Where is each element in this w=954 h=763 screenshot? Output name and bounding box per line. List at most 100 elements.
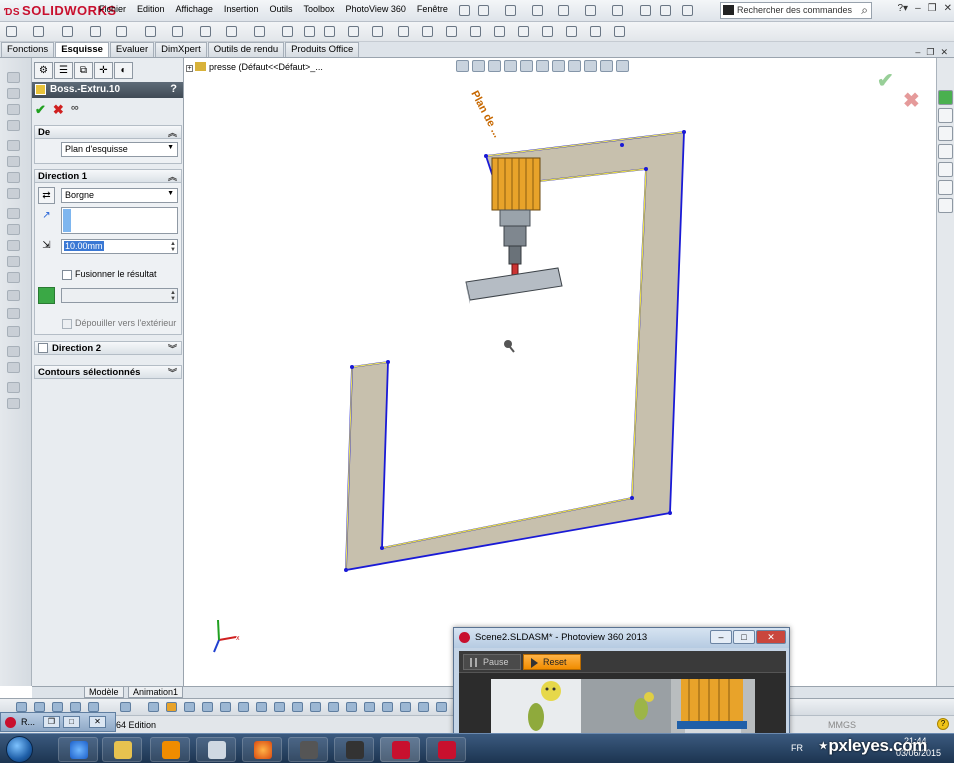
help-dropdown-icon[interactable]: ?▾ (897, 3, 908, 14)
line-icon[interactable] (62, 26, 73, 37)
filter-welds-icon[interactable] (292, 702, 303, 712)
taskbar-camera[interactable] (334, 737, 374, 762)
solidworks-resources-icon[interactable] (938, 90, 953, 105)
save-icon[interactable] (532, 5, 543, 16)
maximize-icon[interactable]: □ (733, 630, 755, 644)
help-icon[interactable]: ? (170, 83, 177, 95)
direction-selection-box[interactable] (61, 207, 178, 234)
expand-chevron-icon[interactable]: ︾ (168, 342, 177, 355)
folder-icon[interactable] (938, 144, 953, 159)
taskbar-solidworks[interactable] (380, 737, 420, 762)
curves-icon[interactable] (7, 362, 20, 373)
filter-edges-icon[interactable] (52, 702, 63, 712)
filter-notes-icon[interactable] (238, 702, 249, 712)
revolved-boss-icon[interactable] (7, 88, 20, 99)
reset-button[interactable]: Reset (523, 654, 581, 670)
filter-axes-icon[interactable] (88, 702, 99, 712)
extruded-cut-icon[interactable] (7, 140, 20, 151)
filter-routes-icon[interactable] (400, 702, 411, 712)
options-icon[interactable] (682, 5, 693, 16)
pause-button[interactable]: Pause (463, 654, 521, 670)
tab-modele[interactable]: Modèle (84, 687, 124, 698)
depth-spinbox[interactable]: 10.00mm ▲ ▼ (61, 239, 178, 254)
trim-icon[interactable] (324, 26, 335, 37)
custom-properties-icon[interactable] (938, 198, 953, 213)
merge-result-checkbox[interactable] (62, 270, 72, 280)
filter-surfaces-icon[interactable] (166, 702, 177, 712)
hole-wizard-icon[interactable] (7, 156, 20, 167)
instant3d-icon[interactable] (7, 382, 20, 393)
minimize-icon[interactable]: – (915, 3, 921, 14)
filter-symbols-icon[interactable] (328, 702, 339, 712)
wrap-icon[interactable] (7, 290, 20, 301)
taskbar-calculator[interactable] (196, 737, 236, 762)
slot-icon[interactable] (116, 26, 127, 37)
close-icon[interactable]: ✕ (89, 716, 106, 728)
dome-icon[interactable] (7, 398, 20, 409)
repair-sketch-icon[interactable] (494, 26, 505, 37)
smart-dimension-icon[interactable] (33, 26, 44, 37)
shell-icon[interactable] (7, 256, 20, 267)
filter-gtol-icon[interactable] (256, 702, 267, 712)
menu-edition[interactable]: Edition (137, 4, 165, 14)
draft-icon[interactable] (7, 272, 20, 283)
minimized-window[interactable]: R... ❐ □ ✕ (0, 712, 116, 732)
tab-produits-office[interactable]: Produits Office (285, 42, 360, 57)
tab-outils-de-rendu[interactable]: Outils de rendu (207, 42, 285, 57)
expand-chevron-icon[interactable]: ︾ (168, 366, 177, 379)
design-library-icon[interactable] (938, 108, 953, 123)
menu-toolbox[interactable]: Toolbox (303, 4, 334, 14)
minimize-icon[interactable]: – (710, 630, 732, 644)
open-icon[interactable] (505, 5, 516, 16)
filter-tables-icon[interactable] (382, 702, 393, 712)
photoview-title-bar[interactable]: Scene2.SLDASM* - Photoview 360 2013 – □ … (454, 628, 789, 648)
swept-cut-icon[interactable] (7, 188, 20, 199)
rapid-sketch-icon[interactable] (542, 26, 553, 37)
appearance-tab-icon[interactable]: ◐ (114, 62, 133, 79)
filter-balloons-icon[interactable] (310, 702, 321, 712)
taskbar-internet-explorer[interactable] (58, 737, 98, 762)
group-direction1-header[interactable]: Direction 1 ︽ (34, 169, 182, 183)
print-icon[interactable] (558, 5, 569, 16)
taskbar-explorer[interactable] (102, 737, 142, 762)
configuration-tab-icon[interactable]: ⧉ (74, 62, 93, 79)
filter-vertices-icon[interactable] (70, 702, 81, 712)
menu-fichier[interactable]: Fichier (99, 4, 126, 14)
tab-animation1[interactable]: Animation1 (128, 687, 184, 698)
circle-icon[interactable] (145, 26, 156, 37)
featuremanager-tab-icon[interactable]: ⚙ (34, 62, 53, 79)
restore-icon[interactable]: ❐ (928, 3, 937, 14)
filter-planes-icon[interactable] (120, 702, 131, 712)
instant2d-icon[interactable] (566, 26, 577, 37)
pin-icon[interactable] (459, 5, 470, 16)
group-contours-header[interactable]: Contours sélectionnés ︾ (34, 365, 182, 379)
revolved-cut-icon[interactable] (7, 172, 20, 183)
relations-icon[interactable] (470, 26, 481, 37)
intersect-icon[interactable] (7, 308, 20, 319)
menu-affichage[interactable]: Affichage (176, 4, 213, 14)
close-icon[interactable]: ✕ (756, 630, 786, 644)
propertymanager-tab-icon[interactable]: ☰ (54, 62, 73, 79)
reference-geometry-icon[interactable] (7, 346, 20, 357)
filter-hatches-icon[interactable] (364, 702, 375, 712)
rib-icon[interactable] (7, 240, 20, 251)
doc-restore-icon[interactable]: ❐ (926, 47, 934, 58)
filter-blocks-icon[interactable] (346, 702, 357, 712)
pattern-icon[interactable] (7, 224, 20, 235)
tab-fonctions[interactable]: Fonctions (1, 42, 55, 57)
from-start-select[interactable]: Plan d'esquisse ▼ (61, 142, 178, 157)
filter-clear-icon[interactable] (436, 702, 447, 712)
ok-check-icon[interactable]: ✔ (35, 102, 46, 118)
select-icon[interactable] (612, 5, 623, 16)
polygon-icon[interactable] (200, 26, 211, 37)
collapse-chevron-icon[interactable]: ︽ (168, 170, 177, 183)
move-entities-icon[interactable] (446, 26, 457, 37)
taskbar-firefox[interactable] (242, 737, 282, 762)
sketch-picture-icon[interactable] (614, 26, 625, 37)
view-palette-icon[interactable] (938, 162, 953, 177)
undo-icon[interactable] (585, 5, 596, 16)
start-button[interactable] (6, 736, 33, 763)
draft-outward-checkbox[interactable] (62, 319, 72, 329)
taskbar-photoview[interactable] (426, 737, 466, 762)
offset-icon[interactable] (372, 26, 383, 37)
